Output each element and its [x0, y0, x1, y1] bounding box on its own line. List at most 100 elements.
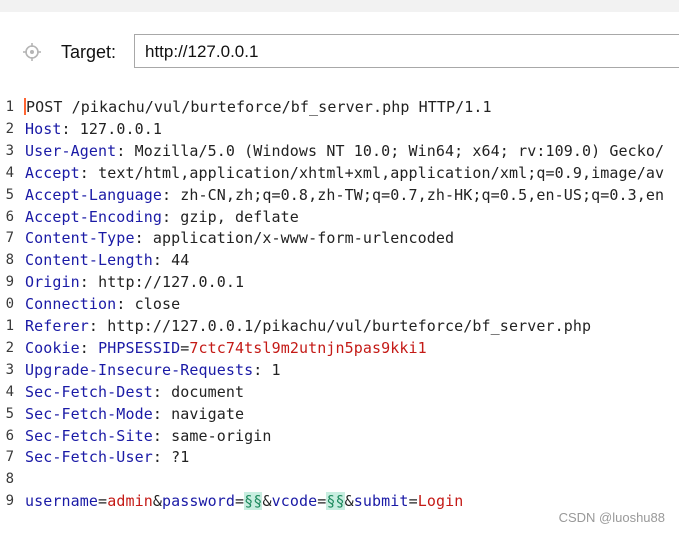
target-label: Target:: [61, 42, 117, 62]
header-name: Content-Type: [25, 229, 135, 248]
line-number: 7: [5, 230, 14, 247]
request-line-text: POST /pikachu/vul/burteforce/bf_server.p…: [26, 98, 492, 116]
header-value: http://127.0.0.1: [98, 273, 245, 292]
param-name: vcode: [271, 492, 318, 511]
header-line[interactable]: 4 Accept: text/html,application/xhtml+xml…: [0, 163, 679, 185]
param-equals: =: [235, 492, 245, 511]
header-line[interactable]: 3 User-Agent: Mozilla/5.0 (Windows NT 10.…: [0, 141, 679, 163]
request-editor[interactable]: 1 POST /pikachu/vul/burteforce/bf_server.…: [0, 97, 679, 527]
header-separator: :: [79, 163, 99, 182]
header-separator: :: [152, 426, 172, 445]
line-code[interactable]: Origin: http://127.0.0.1: [25, 273, 244, 291]
header-separator: :: [61, 119, 80, 138]
line-code[interactable]: Content-Type: application/x-www-form-url…: [25, 229, 454, 247]
param-name: password: [161, 492, 236, 511]
header-name: Sec-Fetch-User: [25, 448, 153, 467]
line-code[interactable]: Accept-Encoding: gzip, deflate: [25, 208, 299, 226]
line-code[interactable]: Sec-Fetch-Mode: navigate: [25, 405, 244, 423]
top-strip: [0, 0, 679, 12]
header-line[interactable]: 6 Sec-Fetch-Site: same-origin: [0, 426, 679, 448]
param-equals: =: [317, 492, 327, 511]
header-separator: :: [152, 448, 172, 467]
header-value: document: [171, 382, 245, 401]
header-separator: :: [116, 141, 135, 160]
line-code[interactable]: Content-Length: 44: [25, 251, 189, 269]
header-line[interactable]: 3 Upgrade-Insecure-Requests: 1: [0, 360, 679, 382]
header-line[interactable]: 5 Sec-Fetch-Mode: navigate: [0, 404, 679, 426]
line-number: 7: [5, 449, 14, 466]
line-code[interactable]: Cookie: PHPSESSID=7ctc74tsl9m2utnjn5pas9…: [25, 339, 427, 357]
line-number: 1: [5, 318, 14, 334]
param-name: submit: [353, 492, 409, 511]
header-name: Upgrade-Insecure-Requests: [25, 360, 254, 379]
target-url-input[interactable]: http://127.0.0.1: [134, 34, 679, 68]
cookie-value: 7ctc74tsl9m2utnjn5pas9kki1: [189, 338, 427, 357]
line-number: 8: [5, 471, 14, 488]
line-number: 3: [5, 361, 14, 378]
header-name: Content-Length: [25, 251, 153, 270]
line-number: 6: [5, 427, 14, 444]
header-value: zh-CN,zh;q=0.8,zh-TW;q=0.7,zh-HK;q=0.5,e…: [180, 185, 665, 204]
line-code[interactable]: Host: 127.0.0.1: [25, 120, 162, 138]
header-name: Cookie: [25, 338, 80, 357]
line-number: 4: [5, 164, 14, 181]
line-number: 1: [5, 99, 14, 115]
header-line[interactable]: 8 Content-Length: 44: [0, 250, 679, 272]
line-code[interactable]: username=admin&password=§§&vcode=§§&subm…: [25, 492, 463, 511]
param-separator: &: [262, 492, 272, 511]
line-code[interactable]: Connection: close: [25, 295, 180, 313]
header-line[interactable]: 2 Host: 127.0.0.1: [0, 119, 679, 141]
header-separator: :: [88, 317, 108, 335]
param-equals: =: [408, 492, 418, 511]
header-line[interactable]: 9 Origin: http://127.0.0.1: [0, 272, 679, 294]
watermark: CSDN @luoshu88: [558, 510, 665, 525]
header-name: User-Agent: [25, 141, 117, 160]
line-code[interactable]: Sec-Fetch-Site: same-origin: [25, 427, 272, 445]
param-equals: =: [98, 492, 108, 511]
header-line[interactable]: 7 Sec-Fetch-User: ?1: [0, 447, 679, 469]
header-line[interactable]: 0 Connection: close: [0, 294, 679, 316]
line-number: 2: [5, 339, 14, 356]
param-name: username: [25, 492, 99, 511]
param-separator: &: [152, 492, 162, 511]
line-number: 5: [5, 405, 14, 422]
header-value: gzip, deflate: [180, 207, 299, 226]
line-number: 9: [5, 274, 14, 291]
header-line[interactable]: 4 Sec-Fetch-Dest: document: [0, 382, 679, 404]
request-start-line[interactable]: 1 POST /pikachu/vul/burteforce/bf_server.…: [0, 97, 679, 119]
header-value: 44: [171, 251, 190, 270]
header-name: Sec-Fetch-Mode: [25, 404, 153, 423]
header-line[interactable]: 5 Accept-Language: zh-CN,zh;q=0.8,zh-TW;q…: [0, 185, 679, 207]
header-line[interactable]: 6 Accept-Encoding: gzip, deflate: [0, 207, 679, 229]
header-name: Sec-Fetch-Dest: [25, 382, 153, 401]
header-value: same-origin: [171, 426, 272, 445]
line-code[interactable]: POST /pikachu/vul/burteforce/bf_server.p…: [24, 98, 492, 116]
header-name: Connection: [25, 295, 117, 314]
header-line[interactable]: 7 Content-Type: application/x-www-form-ur…: [0, 228, 679, 250]
header-name: Accept: [25, 163, 80, 182]
target-bar: Target: http://127.0.0.1: [0, 30, 679, 74]
line-code[interactable]: Referer: http://127.0.0.1/pikachu/vul/bu…: [25, 317, 591, 335]
header-name: Origin: [25, 273, 80, 292]
header-separator: :: [152, 404, 172, 423]
line-code[interactable]: Upgrade-Insecure-Requests: 1: [25, 361, 281, 379]
line-number: 3: [5, 142, 14, 159]
line-number: 0: [5, 296, 14, 313]
header-value: text/html,application/xhtml+xml,applicat…: [98, 163, 665, 182]
payload-marker[interactable]: §§: [244, 492, 263, 511]
line-code[interactable]: Accept: text/html,application/xhtml+xml,…: [25, 164, 664, 182]
header-line[interactable]: 1 Referer: http://127.0.0.1/pikachu/vul/b…: [0, 316, 679, 338]
header-separator: :: [152, 382, 172, 401]
line-code[interactable]: Sec-Fetch-Dest: document: [25, 383, 244, 401]
line-code[interactable]: Accept-Language: zh-CN,zh;q=0.8,zh-TW;q=…: [25, 186, 664, 204]
crosshair-icon: [23, 43, 41, 61]
payload-marker[interactable]: §§: [326, 492, 345, 511]
header-value: close: [134, 295, 181, 314]
line-code[interactable]: User-Agent: Mozilla/5.0 (Windows NT 10.0…: [25, 142, 664, 160]
cookie-line[interactable]: 2 Cookie: PHPSESSID=7ctc74tsl9m2utnjn5pas…: [0, 338, 679, 360]
header-separator: :: [161, 185, 181, 204]
header-name: Accept-Language: [25, 185, 162, 204]
blank-line[interactable]: 8: [0, 469, 679, 491]
line-code[interactable]: Sec-Fetch-User: ?1: [25, 448, 189, 466]
line-number: 8: [5, 252, 14, 269]
